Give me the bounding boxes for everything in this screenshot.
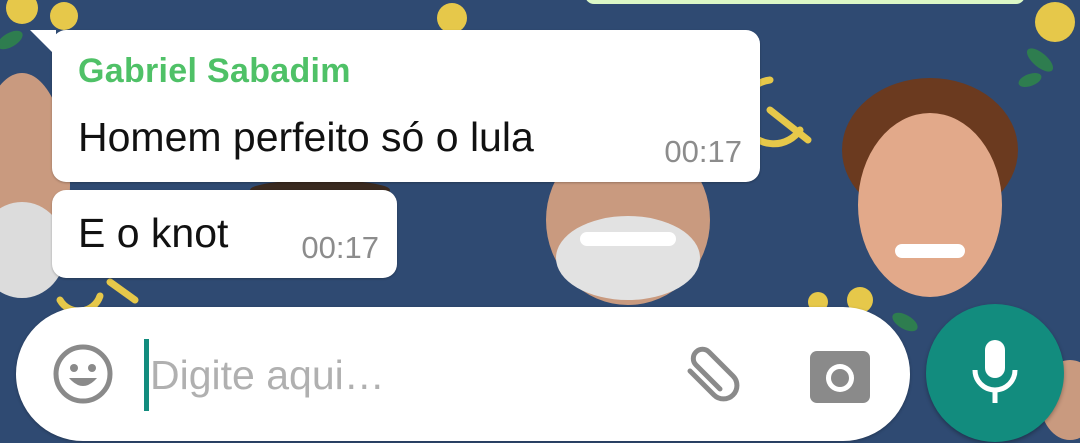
message-input[interactable]: [150, 341, 650, 409]
camera-icon: [810, 351, 870, 403]
microphone-button[interactable]: [926, 304, 1064, 442]
incoming-message-bubble[interactable]: E o knot 00:17: [52, 190, 397, 278]
message-time: 00:17: [664, 134, 742, 169]
attach-button[interactable]: [674, 339, 746, 411]
paperclip-icon: [687, 346, 740, 402]
text-cursor: [144, 339, 149, 411]
message-composer: [16, 307, 910, 441]
message-text: Homem perfeito só o lula: [78, 114, 534, 160]
message-text: E o knot: [78, 210, 229, 256]
camera-button[interactable]: [804, 339, 876, 411]
outgoing-message-bubble: [585, 0, 1025, 4]
message-time: 00:17: [301, 230, 379, 265]
emoji-button[interactable]: [48, 339, 118, 409]
bubble-tail: [30, 30, 56, 56]
incoming-message-bubble[interactable]: Gabriel Sabadim Homem perfeito só o lula…: [30, 30, 760, 182]
smiley-icon: [53, 344, 113, 404]
sender-name: Gabriel Sabadim: [78, 52, 351, 90]
microphone-icon: [972, 340, 1018, 403]
